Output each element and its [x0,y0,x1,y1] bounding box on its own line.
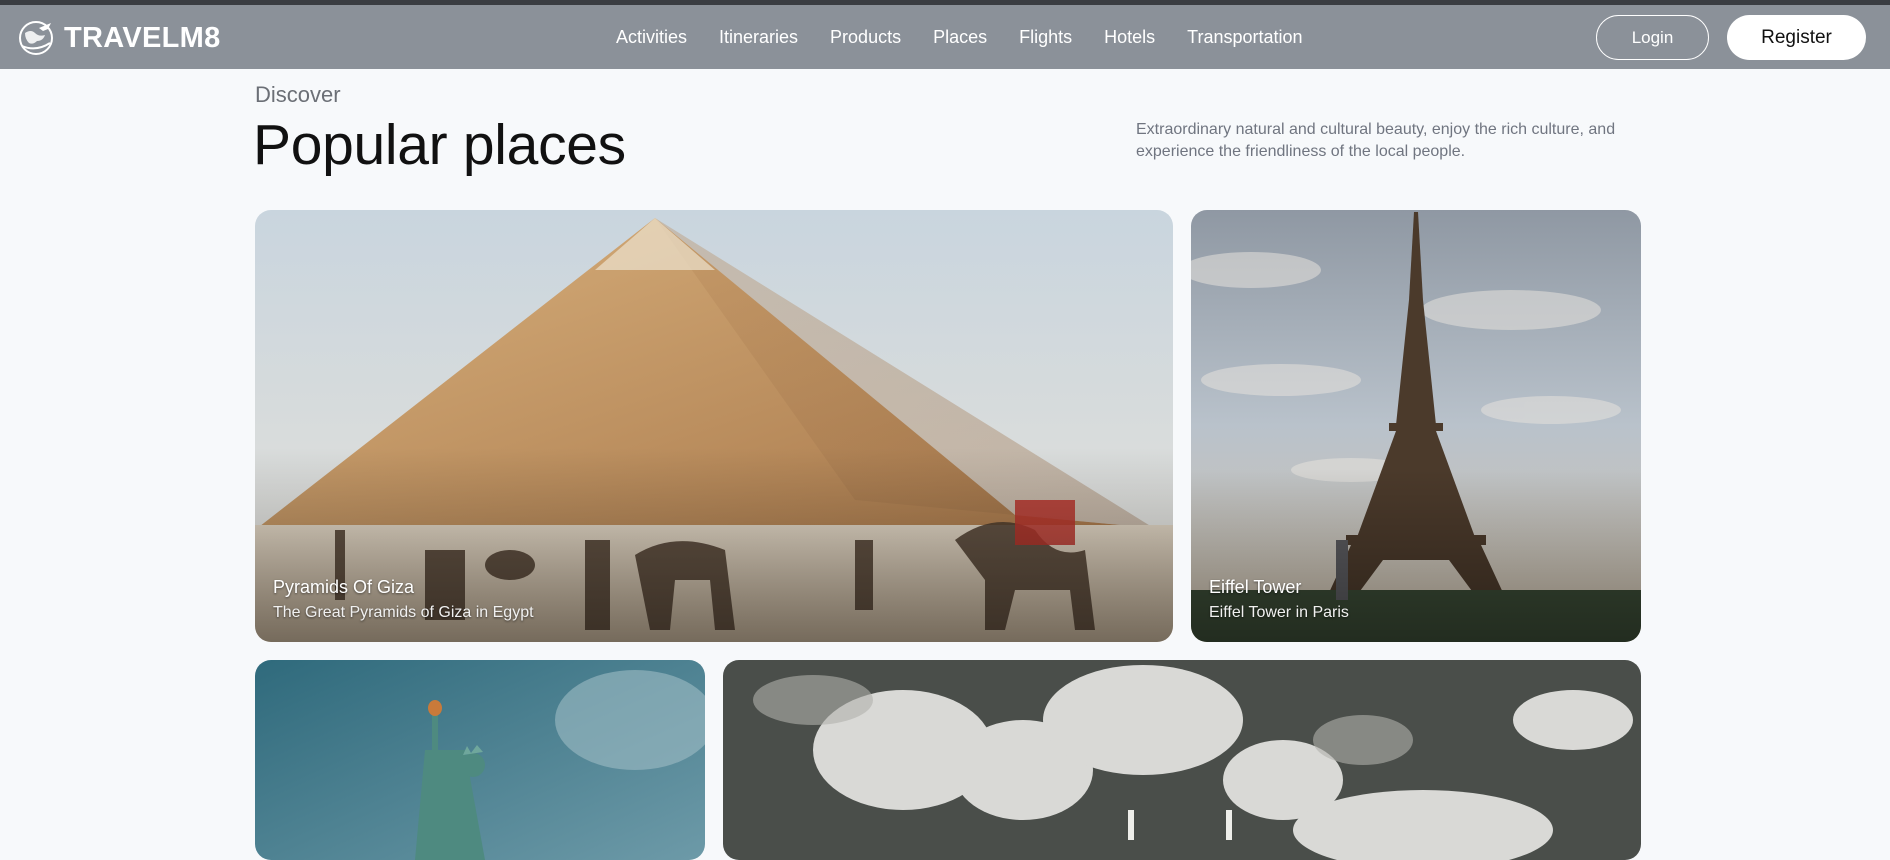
place-card-statue-of-liberty[interactable] [255,660,705,860]
place-card-eiffel[interactable]: Eiffel Tower Eiffel Tower in Paris [1191,210,1641,642]
place-subtitle: Eiffel Tower in Paris [1209,604,1349,621]
cloudy-landmark-photo [723,660,1641,860]
nav-link-transportation[interactable]: Transportation [1187,27,1302,48]
place-name: Eiffel Tower [1209,577,1302,597]
place-subtitle: The Great Pyramids of Giza in Egypt [273,604,534,621]
statue-of-liberty-photo [255,660,705,860]
nav-link-itineraries[interactable]: Itineraries [719,27,798,48]
section-eyebrow: Discover [255,82,341,107]
main-nav: Activities Itineraries Products Places F… [616,5,1303,69]
register-button[interactable]: Register [1727,15,1866,60]
page-title: Popular places [253,113,626,177]
nav-link-activities[interactable]: Activities [616,27,687,48]
place-name: Pyramids Of Giza [273,577,415,597]
brand-logo[interactable]: TRAVELM8 [17,19,221,57]
globe-plane-icon [19,21,53,55]
nav-link-flights[interactable]: Flights [1019,27,1072,48]
place-card-pyramids[interactable]: Pyramids Of Giza The Great Pyramids of G… [255,210,1173,642]
nav-link-products[interactable]: Products [830,27,901,48]
brand-name: TRAVELM8 [64,21,221,54]
nav-link-hotels[interactable]: Hotels [1104,27,1155,48]
top-navbar: TRAVELM8 Activities Itineraries Products… [0,5,1890,69]
place-card-landmark-clouds[interactable] [723,660,1641,860]
section-description: Extraordinary natural and cultural beaut… [1136,121,1616,160]
nav-link-places[interactable]: Places [933,27,987,48]
login-button[interactable]: Login [1596,15,1709,60]
